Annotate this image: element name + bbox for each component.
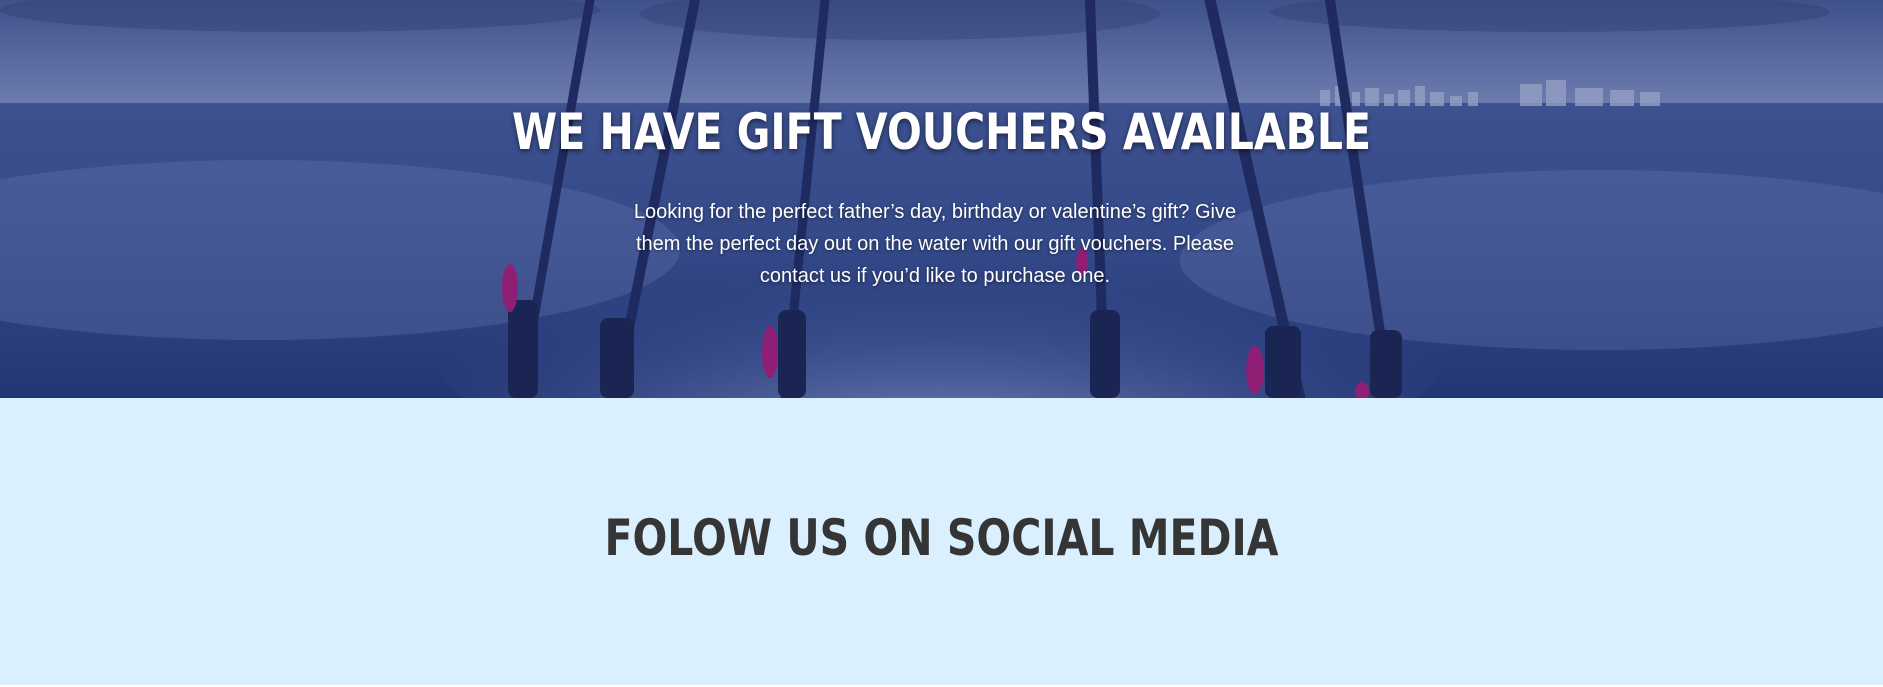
social-media-section: FOLOW US ON SOCIAL MEDIA xyxy=(0,398,1883,687)
hero-content: WE HAVE GIFT VOUCHERS AVAILABLE Looking … xyxy=(0,0,1883,398)
social-media-title: FOLOW US ON SOCIAL MEDIA xyxy=(604,509,1279,567)
gift-voucher-hero: WE HAVE GIFT VOUCHERS AVAILABLE Looking … xyxy=(0,0,1883,398)
hero-title: WE HAVE GIFT VOUCHERS AVAILABLE xyxy=(511,103,1372,161)
hero-description: Looking for the perfect father’s day, bi… xyxy=(633,201,1237,287)
